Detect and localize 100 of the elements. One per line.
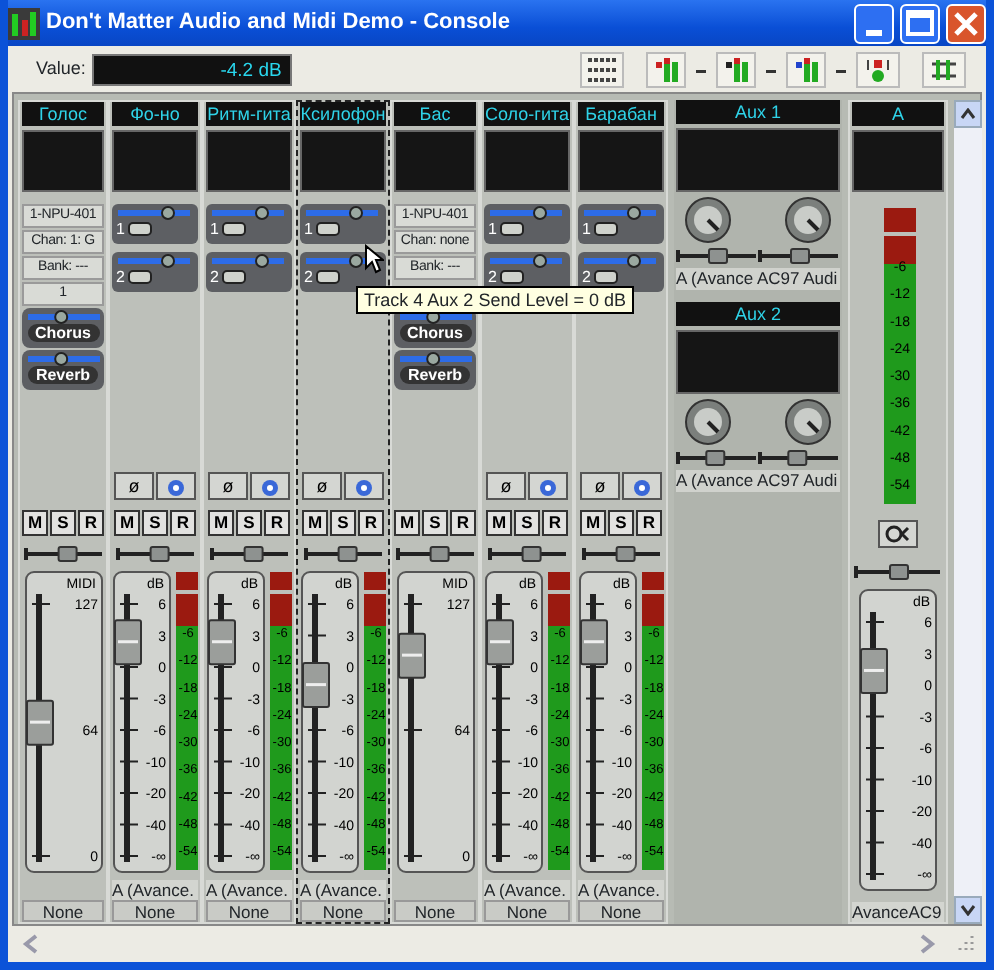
slider-thumb[interactable] xyxy=(242,546,263,563)
channel-toggle-button[interactable]: R xyxy=(358,510,384,537)
pan-knob-button[interactable] xyxy=(250,472,290,501)
slider-thumb[interactable] xyxy=(614,546,635,563)
slider-thumb[interactable] xyxy=(627,254,641,269)
fader-thumb[interactable] xyxy=(860,647,888,694)
aux-slider[interactable] xyxy=(676,450,758,466)
resize-grip-icon[interactable] xyxy=(954,934,974,954)
channel-toggle-button[interactable]: R xyxy=(78,510,104,537)
channel-toggle-button[interactable]: M xyxy=(302,510,328,537)
fader-thumb[interactable] xyxy=(580,619,608,666)
meter-icon[interactable] xyxy=(786,51,826,87)
pan-knob-button[interactable] xyxy=(156,472,196,501)
slider-thumb[interactable] xyxy=(161,254,175,269)
channel-toggle-button[interactable]: S xyxy=(236,510,262,537)
send-slider[interactable] xyxy=(210,206,286,221)
send-toggle-icon[interactable] xyxy=(594,222,619,237)
send-toggle-icon[interactable] xyxy=(316,222,341,237)
send-toggle-icon[interactable] xyxy=(500,222,525,237)
pan-slider[interactable] xyxy=(209,546,289,563)
minimize-button[interactable] xyxy=(854,3,894,43)
channel-toggle-button[interactable]: S xyxy=(142,510,168,537)
slider-thumb[interactable] xyxy=(336,546,357,563)
output-selector[interactable]: None xyxy=(112,900,198,922)
send-slider[interactable] xyxy=(488,206,564,221)
channel-toggle-button[interactable]: M xyxy=(394,510,420,537)
slider-thumb[interactable] xyxy=(787,450,808,466)
channel-toggle-button[interactable]: R xyxy=(170,510,196,537)
channel-toggle-button[interactable]: S xyxy=(514,510,540,537)
maximize-button[interactable] xyxy=(900,3,940,43)
send-slider[interactable] xyxy=(488,254,564,269)
fader-thumb[interactable] xyxy=(486,619,514,666)
channel-toggle-button[interactable]: R xyxy=(636,510,662,537)
aux-slider[interactable] xyxy=(758,248,840,264)
send-slider[interactable] xyxy=(397,352,473,367)
slider-thumb[interactable] xyxy=(533,254,547,269)
phase-button[interactable]: ø xyxy=(302,472,342,501)
slider-thumb[interactable] xyxy=(708,248,728,264)
send-toggle-icon[interactable] xyxy=(222,270,247,285)
mono-button[interactable] xyxy=(878,519,918,548)
channel-toggle-button[interactable]: R xyxy=(264,510,290,537)
slider-thumb[interactable] xyxy=(790,248,810,264)
meter-icon[interactable] xyxy=(716,51,756,87)
phase-button[interactable]: ø xyxy=(114,472,154,501)
send-slider[interactable] xyxy=(116,254,192,269)
slider-thumb[interactable] xyxy=(349,254,363,269)
knob[interactable] xyxy=(682,396,734,448)
send-slider[interactable] xyxy=(582,206,658,221)
pan-slider[interactable] xyxy=(581,546,661,563)
close-button[interactable] xyxy=(946,3,986,43)
phase-button[interactable]: ø xyxy=(486,472,526,501)
send-toggle-icon[interactable] xyxy=(594,270,619,285)
slider-thumb[interactable] xyxy=(349,206,363,221)
send-slider[interactable] xyxy=(116,206,192,221)
output-selector[interactable]: None xyxy=(206,900,292,922)
aux-slider[interactable] xyxy=(676,248,758,264)
slider-thumb[interactable] xyxy=(627,206,641,221)
send-slider[interactable] xyxy=(25,310,101,325)
slider-thumb[interactable] xyxy=(53,310,68,325)
send-slider[interactable] xyxy=(582,254,658,269)
fader-thumb[interactable] xyxy=(114,619,142,666)
channel-toggle-button[interactable]: R xyxy=(542,510,568,537)
knob[interactable] xyxy=(682,194,734,246)
send-toggle-icon[interactable] xyxy=(500,270,525,285)
scroll-down-button[interactable] xyxy=(954,896,982,924)
aux-slider[interactable] xyxy=(758,450,840,466)
fader-thumb[interactable] xyxy=(208,619,236,666)
channel-toggle-button[interactable]: M xyxy=(486,510,512,537)
send-toggle-icon[interactable] xyxy=(128,222,153,237)
send-toggle-icon[interactable] xyxy=(316,270,341,285)
scroll-up-button[interactable] xyxy=(954,100,982,128)
channel-toggle-button[interactable]: M xyxy=(22,510,48,537)
pan-slider[interactable] xyxy=(115,546,195,563)
pan-knob-button[interactable] xyxy=(622,472,662,501)
output-selector[interactable]: None xyxy=(578,900,664,922)
slider-thumb[interactable] xyxy=(425,352,440,367)
slider-thumb[interactable] xyxy=(889,563,909,580)
knob[interactable] xyxy=(782,396,834,448)
slider-thumb[interactable] xyxy=(148,546,169,563)
pan-slider[interactable] xyxy=(854,563,942,580)
channel-toggle-button[interactable]: M xyxy=(114,510,140,537)
fader-thumb[interactable] xyxy=(25,700,53,747)
pan-slider[interactable] xyxy=(303,546,383,563)
slider-thumb[interactable] xyxy=(56,546,77,563)
slider-thumb[interactable] xyxy=(255,206,269,221)
pan-knob-button[interactable] xyxy=(344,472,384,501)
channel-toggle-button[interactable]: S xyxy=(50,510,76,537)
fader-thumb[interactable] xyxy=(302,662,330,709)
channel-toggle-button[interactable]: M xyxy=(580,510,606,537)
output-selector[interactable]: None xyxy=(300,900,386,922)
send-toggle-icon[interactable] xyxy=(222,222,247,237)
fader-thumb[interactable] xyxy=(397,633,425,680)
channel-toggle-button[interactable]: S xyxy=(330,510,356,537)
send-slider[interactable] xyxy=(304,206,380,221)
phase-button[interactable]: ø xyxy=(208,472,248,501)
channel-toggle-button[interactable]: R xyxy=(450,510,476,537)
slider-thumb[interactable] xyxy=(520,546,541,563)
output-selector[interactable]: None xyxy=(394,900,476,922)
send-slider[interactable] xyxy=(210,254,286,269)
slider-thumb[interactable] xyxy=(428,546,449,563)
